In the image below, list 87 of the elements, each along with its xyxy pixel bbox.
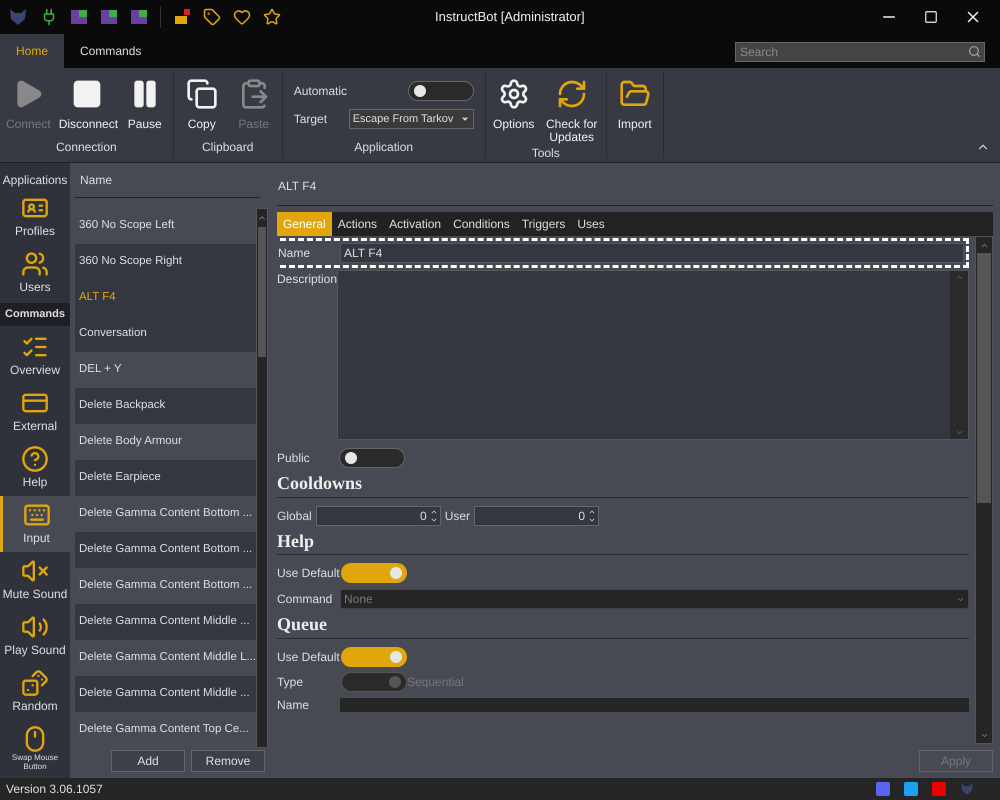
use-default-toggle[interactable] bbox=[341, 646, 407, 666]
group-label: Application bbox=[353, 139, 414, 156]
detail-tab[interactable]: Triggers bbox=[516, 212, 572, 236]
public-label: Public bbox=[277, 450, 311, 467]
tag-icon[interactable] bbox=[203, 8, 221, 26]
refresh-icon bbox=[556, 78, 588, 110]
list-row[interactable]: Delete Earpiece bbox=[75, 460, 256, 496]
command-label: Command bbox=[277, 591, 334, 608]
sidebar-item[interactable]: Applications bbox=[0, 165, 70, 189]
column-header: Name bbox=[75, 171, 260, 198]
list-row[interactable]: Delete Gamma Content Bottom ... bbox=[75, 532, 256, 568]
scroll-down-icon[interactable] bbox=[954, 428, 964, 437]
automatic-toggle[interactable] bbox=[408, 81, 474, 101]
scroll-thumb[interactable] bbox=[258, 227, 266, 357]
section-heading: Help bbox=[277, 530, 316, 552]
list-row[interactable]: Delete Backpack bbox=[75, 388, 256, 424]
search-icon[interactable] bbox=[968, 45, 981, 58]
sidebar-item[interactable]: Overview bbox=[0, 328, 70, 384]
detail-tab[interactable]: Activation bbox=[383, 212, 448, 236]
detail-tab[interactable]: Actions bbox=[332, 212, 384, 236]
group-label: Clipboard bbox=[201, 139, 254, 156]
window-title: InstructBot [Administrator] bbox=[435, 8, 585, 26]
sidebar-item[interactable]: Swap Mouse Button bbox=[0, 720, 70, 776]
number-spinner[interactable]: 0 bbox=[474, 506, 600, 526]
name-field[interactable]: ALT F4 bbox=[340, 243, 964, 263]
settings-icon bbox=[498, 78, 530, 110]
ribbon-button[interactable]: Pause bbox=[120, 72, 170, 138]
list-row[interactable]: Conversation bbox=[75, 316, 256, 352]
public-toggle[interactable] bbox=[339, 448, 405, 468]
list-button[interactable]: Add bbox=[111, 750, 185, 772]
ribbon-button[interactable]: Import bbox=[610, 72, 660, 142]
copy-icon bbox=[186, 78, 218, 110]
scroll-thumb[interactable] bbox=[977, 253, 991, 503]
sidebar-item[interactable]: Users bbox=[0, 245, 70, 301]
section-heading: Cooldowns bbox=[277, 472, 364, 494]
name-label: Name bbox=[278, 245, 312, 262]
sidebar-header: Commands bbox=[0, 303, 70, 326]
version-text: Version 3.06.1057 bbox=[6, 781, 103, 798]
sidebar-item[interactable]: Help bbox=[0, 440, 70, 496]
list-row[interactable]: ALT F4 bbox=[75, 280, 256, 316]
target-label: Target bbox=[294, 111, 328, 128]
cooldown-label: User bbox=[444, 508, 470, 524]
list-row[interactable]: Delete Gamma Content Middle ... bbox=[75, 676, 256, 712]
number-spinner[interactable]: 0 bbox=[316, 506, 441, 526]
heart-icon[interactable] bbox=[233, 8, 251, 26]
description-label: Description bbox=[277, 271, 337, 288]
type-label: Type bbox=[277, 674, 304, 690]
list-button[interactable]: Remove bbox=[191, 750, 265, 772]
ribbon-button[interactable]: Check for Updates bbox=[540, 72, 603, 144]
detail-title: ALT F4 bbox=[277, 177, 993, 206]
help-icon bbox=[21, 444, 49, 472]
stop-icon bbox=[70, 78, 103, 110]
sidebar-item[interactable]: External bbox=[0, 384, 70, 440]
detail-scrollbar[interactable] bbox=[975, 236, 993, 744]
queue-name-label: Name bbox=[277, 696, 310, 714]
ribbon-button[interactable]: Copy bbox=[176, 72, 227, 138]
queue-name-field[interactable] bbox=[340, 698, 969, 712]
sidebar-item[interactable]: Random bbox=[0, 664, 70, 720]
sidebar-item[interactable]: Profiles bbox=[0, 189, 70, 245]
sidebar-item[interactable]: Input bbox=[0, 496, 70, 552]
detail-tab[interactable]: Conditions bbox=[447, 212, 516, 236]
cooldown-label: Global bbox=[277, 508, 312, 524]
list-row[interactable]: Delete Gamma Content Middle ... bbox=[75, 604, 256, 640]
dice-icon bbox=[21, 668, 49, 696]
maximize-icon[interactable] bbox=[924, 10, 938, 24]
automatic-label: Automatic bbox=[294, 83, 348, 100]
detail-tab[interactable]: Uses bbox=[571, 212, 611, 236]
sidebar-item[interactable]: Play Sound bbox=[0, 608, 70, 664]
ribbon-tab[interactable]: Home bbox=[0, 34, 64, 68]
section-heading: Queue bbox=[277, 613, 328, 636]
list-row[interactable]: 360 No Scope Right bbox=[75, 244, 256, 280]
search-field[interactable]: Search bbox=[735, 42, 985, 62]
use-default-label: Use Default bbox=[277, 648, 341, 666]
group-label: Connection bbox=[54, 139, 118, 156]
use-default-toggle[interactable] bbox=[341, 563, 407, 583]
ribbon-button[interactable]: Options bbox=[488, 72, 539, 144]
sidebar-item[interactable]: Mute Sound bbox=[0, 552, 70, 608]
star-icon[interactable] bbox=[263, 8, 281, 26]
target-dropdown[interactable]: Escape From Tarkov bbox=[348, 109, 474, 129]
description-field[interactable] bbox=[337, 270, 969, 440]
group-label: Tools bbox=[530, 145, 561, 162]
use-default-label: Use Default bbox=[277, 565, 341, 582]
users-icon bbox=[21, 250, 49, 278]
scroll-up-icon[interactable] bbox=[954, 273, 964, 282]
scrollbar[interactable] bbox=[256, 208, 268, 748]
ribbon-button[interactable]: Disconnect bbox=[56, 72, 118, 138]
ribbon-tab[interactable]: Commands bbox=[64, 34, 158, 68]
